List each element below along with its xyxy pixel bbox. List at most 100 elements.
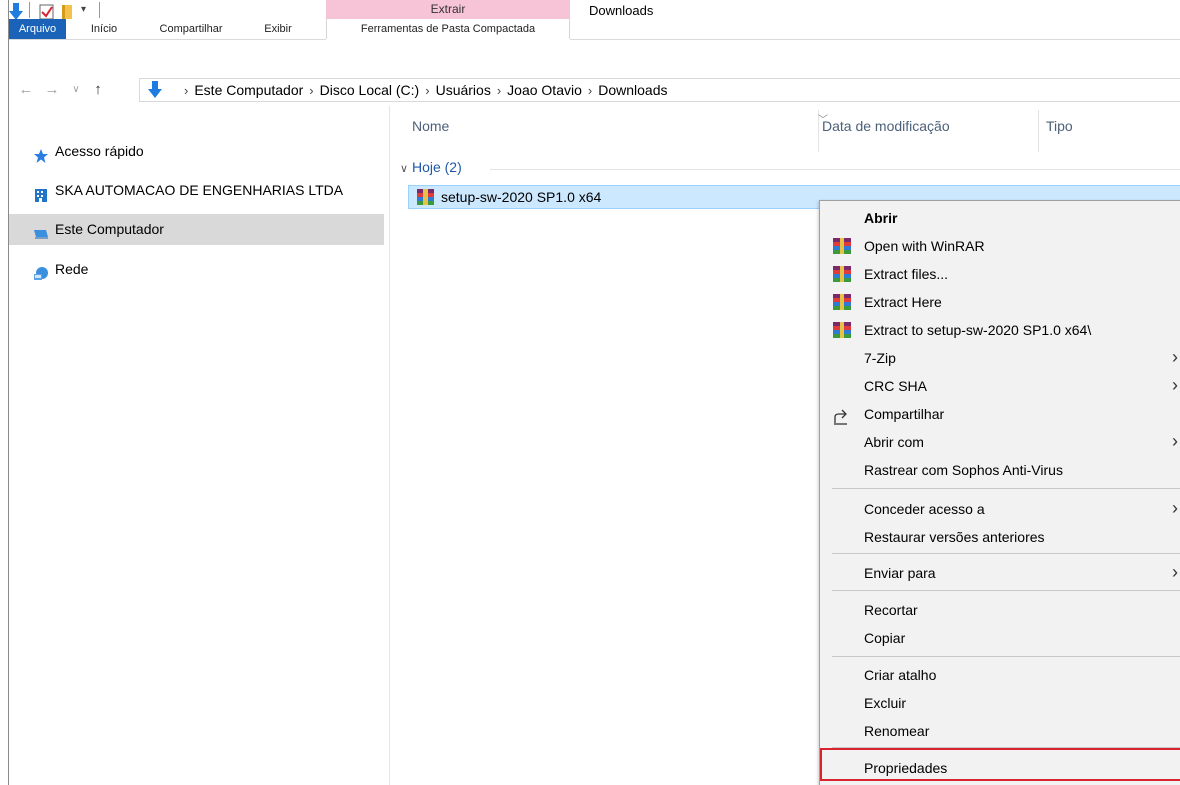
sidebar-item-quick-access[interactable]: Acesso rápido bbox=[9, 136, 384, 167]
menu-item-label: Renomear bbox=[864, 723, 930, 739]
context-menu: Abrir Open with WinRAR Extract files... … bbox=[819, 200, 1180, 785]
menu-item-cut[interactable]: Recortar bbox=[820, 596, 1180, 624]
menu-item-label: Abrir com bbox=[864, 434, 924, 450]
sidebar-item-network[interactable]: Rede bbox=[9, 254, 384, 285]
breadcrumb-this-pc[interactable]: Este Computador bbox=[194, 82, 303, 98]
menu-separator bbox=[832, 590, 1180, 591]
menu-item-extract-here[interactable]: Extract Here bbox=[820, 288, 1180, 316]
customize-qat-icon[interactable]: ▾ bbox=[81, 4, 86, 15]
menu-item-label: Criar atalho bbox=[864, 667, 937, 683]
sidebar-item-ska[interactable]: SKA AUTOMACAO DE ENGENHARIAS LTDA bbox=[9, 175, 384, 206]
navigation-pane: Acesso rápido SKA AUTOMACAO DE ENGENHARI… bbox=[9, 106, 390, 785]
chevron-down-icon: ∨ bbox=[400, 163, 409, 175]
menu-item-send-to[interactable]: Enviar para › bbox=[820, 559, 1180, 587]
sidebar-item-label: Este Computador bbox=[55, 221, 164, 237]
menu-item-share[interactable]: Compartilhar bbox=[820, 400, 1180, 428]
menu-item-label: Open with WinRAR bbox=[864, 238, 985, 254]
menu-item-label: Abrir bbox=[864, 210, 898, 226]
menu-item-label: Extract to setup-sw-2020 SP1.0 x64\ bbox=[864, 322, 1092, 338]
chevron-right-icon: › bbox=[1172, 431, 1178, 451]
breadcrumb-local-disk[interactable]: Disco Local (C:) bbox=[320, 82, 420, 98]
menu-item-label: Excluir bbox=[864, 695, 907, 711]
breadcrumb-chevron-icon: › bbox=[184, 83, 189, 98]
menu-separator bbox=[832, 488, 1180, 489]
navigation-bar: ← → ∨ ↑ › Este Computador › Disco Local (C:… bbox=[9, 76, 1180, 104]
sidebar-item-this-pc[interactable]: Este Computador bbox=[9, 214, 384, 245]
chevron-right-icon: › bbox=[1172, 347, 1178, 367]
menu-item-open[interactable]: Abrir bbox=[820, 204, 1180, 232]
building-icon bbox=[33, 183, 49, 202]
menu-item-open-with-winrar[interactable]: Open with WinRAR bbox=[820, 232, 1180, 260]
menu-separator bbox=[832, 553, 1180, 554]
menu-item-copy[interactable]: Copiar bbox=[820, 624, 1180, 652]
breadcrumb-user[interactable]: Joao Otavio bbox=[507, 82, 582, 98]
column-header-date[interactable]: Data de modificação bbox=[822, 118, 950, 134]
window-title: Downloads bbox=[589, 3, 654, 18]
menu-item-extract-to-folder[interactable]: Extract to setup-sw-2020 SP1.0 x64\ bbox=[820, 316, 1180, 344]
breadcrumb-chevron-icon: › bbox=[587, 83, 593, 98]
menu-item-label: CRC SHA bbox=[864, 378, 928, 394]
menu-item-rename[interactable]: Renomear bbox=[820, 717, 1180, 745]
breadcrumb: › Este Computador › Disco Local (C:) › Usuári… bbox=[178, 79, 668, 102]
group-label: Hoje (2) bbox=[411, 159, 462, 175]
menu-item-label: Restaurar versões anteriores bbox=[864, 529, 1045, 545]
compressed-tools-header: Extrair bbox=[326, 0, 570, 19]
ribbon-tabs: Arquivo Início Compartilhar Exibir Ferra… bbox=[9, 19, 1180, 39]
chevron-right-icon: › bbox=[1172, 562, 1178, 582]
sidebar-item-label: Rede bbox=[55, 261, 89, 277]
menu-item-extract-files[interactable]: Extract files... bbox=[820, 260, 1180, 288]
back-arrow-icon[interactable]: ← bbox=[17, 80, 35, 100]
menu-item-crc-sha[interactable]: CRC SHA › bbox=[820, 372, 1180, 400]
breadcrumb-chevron-icon: › bbox=[496, 83, 502, 98]
forward-arrow-icon[interactable]: → bbox=[43, 80, 61, 100]
column-header-name[interactable]: Nome bbox=[412, 118, 449, 134]
explorer-window: ▾ Extrair Downloads Arquivo Início Compa… bbox=[8, 0, 1180, 785]
star-icon bbox=[33, 144, 49, 163]
share-icon bbox=[833, 406, 851, 425]
menu-item-7zip[interactable]: 7-Zip › bbox=[820, 344, 1180, 372]
chevron-right-icon: › bbox=[1172, 375, 1178, 395]
winrar-archive-icon bbox=[417, 189, 434, 205]
winrar-icon bbox=[833, 238, 851, 254]
menu-item-label: Rastrear com Sophos Anti-Virus bbox=[864, 462, 1063, 478]
column-header-type[interactable]: Tipo bbox=[1046, 118, 1073, 134]
tab-home[interactable]: Início bbox=[77, 19, 131, 39]
ribbon-divider bbox=[9, 39, 1180, 40]
breadcrumb-chevron-icon: › bbox=[425, 83, 430, 98]
recent-locations-icon[interactable]: ∨ bbox=[67, 80, 85, 100]
menu-item-delete[interactable]: Excluir bbox=[820, 689, 1180, 717]
breadcrumb-downloads[interactable]: Downloads bbox=[598, 82, 667, 98]
breadcrumb-users[interactable]: Usuários bbox=[436, 82, 491, 98]
menu-item-sophos-scan[interactable]: Rastrear com Sophos Anti-Virus bbox=[820, 456, 1180, 484]
downloads-location-icon bbox=[148, 81, 162, 102]
network-icon bbox=[33, 262, 49, 280]
menu-item-give-access[interactable]: Conceder acesso a › bbox=[820, 495, 1180, 523]
tab-compressed-tools[interactable]: Ferramentas de Pasta Compactada bbox=[326, 19, 570, 39]
menu-item-label: Recortar bbox=[864, 602, 918, 618]
winrar-icon bbox=[833, 294, 851, 310]
file-name: setup-sw-2020 SP1.0 x64 bbox=[441, 189, 602, 205]
group-divider bbox=[490, 169, 1180, 170]
winrar-icon bbox=[833, 266, 851, 282]
winrar-icon bbox=[833, 322, 851, 338]
tab-view[interactable]: Exibir bbox=[252, 19, 304, 39]
qat-divider bbox=[29, 2, 30, 18]
sidebar-item-label: SKA AUTOMACAO DE ENGENHARIAS LTDA bbox=[55, 182, 344, 198]
qat-divider-2 bbox=[99, 2, 100, 18]
up-arrow-icon[interactable]: ↑ bbox=[89, 80, 107, 100]
menu-item-create-shortcut[interactable]: Criar atalho bbox=[820, 661, 1180, 689]
address-bar[interactable]: › Este Computador › Disco Local (C:) › Usuári… bbox=[139, 78, 1180, 102]
menu-item-label: Compartilhar bbox=[864, 406, 945, 422]
menu-item-label: Extract files... bbox=[864, 266, 949, 282]
column-divider[interactable] bbox=[1038, 110, 1039, 152]
menu-separator bbox=[832, 656, 1180, 657]
tab-file[interactable]: Arquivo bbox=[9, 19, 66, 39]
sidebar-item-label: Acesso rápido bbox=[55, 143, 144, 159]
menu-item-restore-versions[interactable]: Restaurar versões anteriores bbox=[820, 523, 1180, 551]
chevron-right-icon: › bbox=[1172, 498, 1178, 518]
menu-item-label: Enviar para bbox=[864, 565, 936, 581]
menu-item-properties[interactable]: Propriedades bbox=[820, 754, 1180, 782]
menu-item-open-with[interactable]: Abrir com › bbox=[820, 428, 1180, 456]
group-header-today[interactable]: ∨ Hoje (2) bbox=[400, 159, 462, 175]
tab-share[interactable]: Compartilhar bbox=[143, 19, 239, 39]
